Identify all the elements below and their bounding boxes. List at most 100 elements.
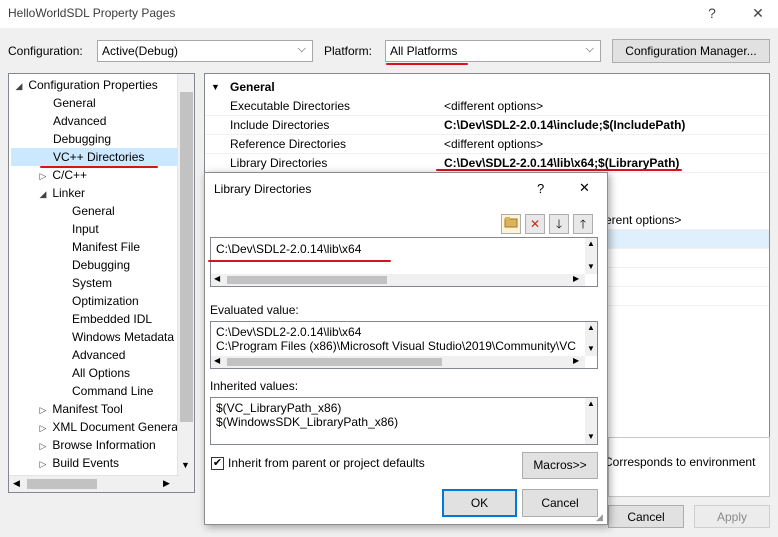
evaluated-line: C:\Program Files (x86)\Microsoft Visual … bbox=[216, 339, 576, 353]
collapse-icon[interactable]: ▼ bbox=[211, 78, 220, 97]
tree-item-xml-document[interactable]: ▷ XML Document Genera bbox=[37, 418, 178, 436]
collapse-icon[interactable]: ◢ bbox=[37, 185, 49, 203]
tree-item-linker-advanced[interactable]: Advanced bbox=[72, 346, 125, 364]
tree-item-optimization[interactable]: Optimization bbox=[72, 292, 139, 310]
chevron-down-icon[interactable]: ▼ bbox=[181, 460, 190, 470]
platform-label: Platform: bbox=[324, 44, 373, 58]
tree-item-input[interactable]: Input bbox=[72, 220, 99, 238]
directory-list[interactable]: C:\Dev\SDL2-2.0.14\lib\x64 ▲ ▼ ◀ ▶ bbox=[210, 237, 598, 287]
tree-item-command-line[interactable]: Command Line bbox=[72, 382, 153, 400]
tree-item-debugging[interactable]: Debugging bbox=[53, 130, 111, 148]
chevron-down-icon[interactable]: ▼ bbox=[587, 432, 595, 441]
tree-item-embedded-idl[interactable]: Embedded IDL bbox=[72, 310, 152, 328]
highlight-underline bbox=[436, 169, 682, 171]
resize-grip-icon[interactable]: ◢ bbox=[596, 512, 603, 523]
chevron-up-icon[interactable]: ▲ bbox=[587, 399, 595, 408]
chevron-up-icon[interactable]: ▲ bbox=[587, 323, 595, 332]
list-horizontal-scrollbar[interactable]: ◀ ▶ bbox=[211, 274, 585, 286]
window-title: HelloWorldSDL Property Pages bbox=[8, 6, 176, 20]
configuration-dropdown[interactable]: Active(Debug) ⌵ bbox=[97, 40, 313, 62]
tree-item-manifest-file[interactable]: Manifest File bbox=[72, 238, 140, 256]
list-vertical-scrollbar[interactable]: ▲ ▼ bbox=[585, 238, 597, 274]
tree-item-linker-general[interactable]: General bbox=[72, 202, 115, 220]
chevron-left-icon[interactable]: ◀ bbox=[13, 478, 20, 489]
scrollbar-thumb[interactable] bbox=[227, 276, 387, 284]
chevron-right-icon[interactable]: ▶ bbox=[573, 274, 579, 283]
inherited-line: $(VC_LibraryPath_x86) bbox=[216, 401, 342, 415]
tree-vertical-scrollbar[interactable]: ▼ bbox=[177, 74, 194, 492]
inherited-vertical-scrollbar[interactable]: ▲ ▼ bbox=[585, 398, 597, 444]
collapse-icon[interactable]: ◢ bbox=[13, 77, 25, 95]
macros-button[interactable]: Macros>> bbox=[522, 452, 598, 479]
dialog-close-button[interactable]: ✕ bbox=[579, 180, 590, 196]
grid-row-include[interactable]: Include Directories C:\Dev\SDL2-2.0.14\i… bbox=[205, 116, 769, 135]
cancel-button[interactable]: Cancel bbox=[608, 505, 684, 528]
chevron-left-icon[interactable]: ◀ bbox=[214, 356, 220, 365]
configuration-manager-button[interactable]: Configuration Manager... bbox=[612, 39, 770, 63]
evaluated-line: C:\Dev\SDL2-2.0.14\lib\x64 bbox=[216, 325, 362, 339]
highlight-underline bbox=[208, 260, 391, 262]
title-bar: HelloWorldSDL Property Pages ? ✕ bbox=[0, 0, 778, 28]
inherit-checkbox-label: Inherit from parent or project defaults bbox=[228, 456, 425, 470]
tree-item-system[interactable]: System bbox=[72, 274, 112, 292]
chevron-right-icon[interactable]: ▶ bbox=[573, 356, 579, 365]
tree-item-all-options[interactable]: All Options bbox=[72, 364, 130, 382]
tree-item-linker-debugging[interactable]: Debugging bbox=[72, 256, 130, 274]
directory-entry[interactable]: C:\Dev\SDL2-2.0.14\lib\x64 bbox=[216, 242, 361, 256]
inherited-label: Inherited values: bbox=[210, 379, 299, 393]
scrollbar-thumb[interactable] bbox=[27, 479, 97, 489]
ok-button[interactable]: OK bbox=[442, 489, 517, 517]
apply-button[interactable]: Apply bbox=[694, 505, 770, 528]
highlight-underline bbox=[40, 166, 158, 168]
evaluated-label: Evaluated value: bbox=[210, 303, 299, 317]
expand-icon[interactable]: ▷ bbox=[37, 401, 49, 419]
inherited-line: $(WindowsSDK_LibraryPath_x86) bbox=[216, 415, 399, 429]
chevron-down-icon[interactable]: ▼ bbox=[587, 344, 595, 353]
tree-item-general[interactable]: General bbox=[53, 94, 96, 112]
property-tree: ◢ Configuration Properties General Advan… bbox=[8, 73, 195, 493]
tree-item-manifest-tool[interactable]: ▷ Manifest Tool bbox=[37, 400, 123, 418]
chevron-down-icon[interactable]: ▼ bbox=[587, 262, 595, 271]
chevron-left-icon[interactable]: ◀ bbox=[214, 274, 220, 283]
grid-row-executable[interactable]: Executable Directories <different option… bbox=[205, 97, 769, 116]
delete-icon[interactable]: ✕ bbox=[525, 214, 545, 234]
tree-item-windows-metadata[interactable]: Windows Metadata bbox=[72, 328, 174, 346]
chevron-down-icon: ⌵ bbox=[585, 43, 594, 55]
chevron-right-icon[interactable]: ▶ bbox=[163, 478, 170, 489]
scrollbar-thumb[interactable] bbox=[180, 92, 193, 422]
grid-row-reference[interactable]: Reference Directories <different options… bbox=[205, 135, 769, 154]
expand-icon[interactable]: ▷ bbox=[37, 455, 49, 473]
dialog-help-button[interactable]: ? bbox=[537, 181, 544, 196]
configuration-label: Configuration: bbox=[8, 44, 83, 58]
tree-item-cpp[interactable]: ▷ C/C++ bbox=[37, 166, 88, 185]
chevron-up-icon[interactable]: ▲ bbox=[587, 239, 595, 248]
help-button[interactable]: ? bbox=[698, 2, 726, 24]
grid-section-general[interactable]: ▼ General bbox=[205, 78, 769, 97]
tree-root[interactable]: ◢ Configuration Properties bbox=[13, 76, 158, 94]
evaluated-vertical-scrollbar[interactable]: ▲ ▼ bbox=[585, 322, 597, 356]
scrollbar-thumb[interactable] bbox=[227, 358, 442, 366]
dialog-title: Library Directories bbox=[214, 182, 312, 196]
dialog-cancel-button[interactable]: Cancel bbox=[522, 489, 598, 517]
evaluated-horizontal-scrollbar[interactable]: ◀ ▶ bbox=[211, 356, 585, 368]
description-text: Corresponds to environment bbox=[604, 455, 756, 469]
highlight-underline bbox=[386, 63, 468, 65]
move-down-icon[interactable]: 🡓 bbox=[549, 214, 569, 234]
tree-horizontal-scrollbar[interactable]: ◀ ▶ bbox=[9, 475, 179, 492]
inherited-values-box: $(VC_LibraryPath_x86) $(WindowsSDK_Libra… bbox=[210, 397, 598, 445]
expand-icon[interactable]: ▷ bbox=[37, 167, 49, 185]
expand-icon[interactable]: ▷ bbox=[37, 437, 49, 455]
platform-dropdown[interactable]: All Platforms ⌵ bbox=[385, 40, 601, 62]
tree-item-vc-directories[interactable]: VC++ Directories bbox=[11, 148, 177, 166]
close-button[interactable]: ✕ bbox=[744, 2, 772, 24]
tree-item-build-events[interactable]: ▷ Build Events bbox=[37, 454, 120, 473]
tree-item-linker[interactable]: ◢ Linker bbox=[37, 184, 86, 203]
move-up-icon[interactable]: 🡑 bbox=[573, 214, 593, 234]
chevron-down-icon: ⌵ bbox=[297, 43, 306, 55]
expand-icon[interactable]: ▷ bbox=[37, 419, 49, 437]
new-folder-icon[interactable] bbox=[501, 214, 521, 234]
library-directories-dialog: Library Directories ? ✕ ✕ 🡓 🡑 C:\Dev\SDL… bbox=[204, 172, 608, 525]
inherit-checkbox[interactable]: ✔ bbox=[211, 457, 224, 470]
tree-item-advanced[interactable]: Advanced bbox=[53, 112, 106, 130]
tree-item-browse-information[interactable]: ▷ Browse Information bbox=[37, 436, 156, 454]
